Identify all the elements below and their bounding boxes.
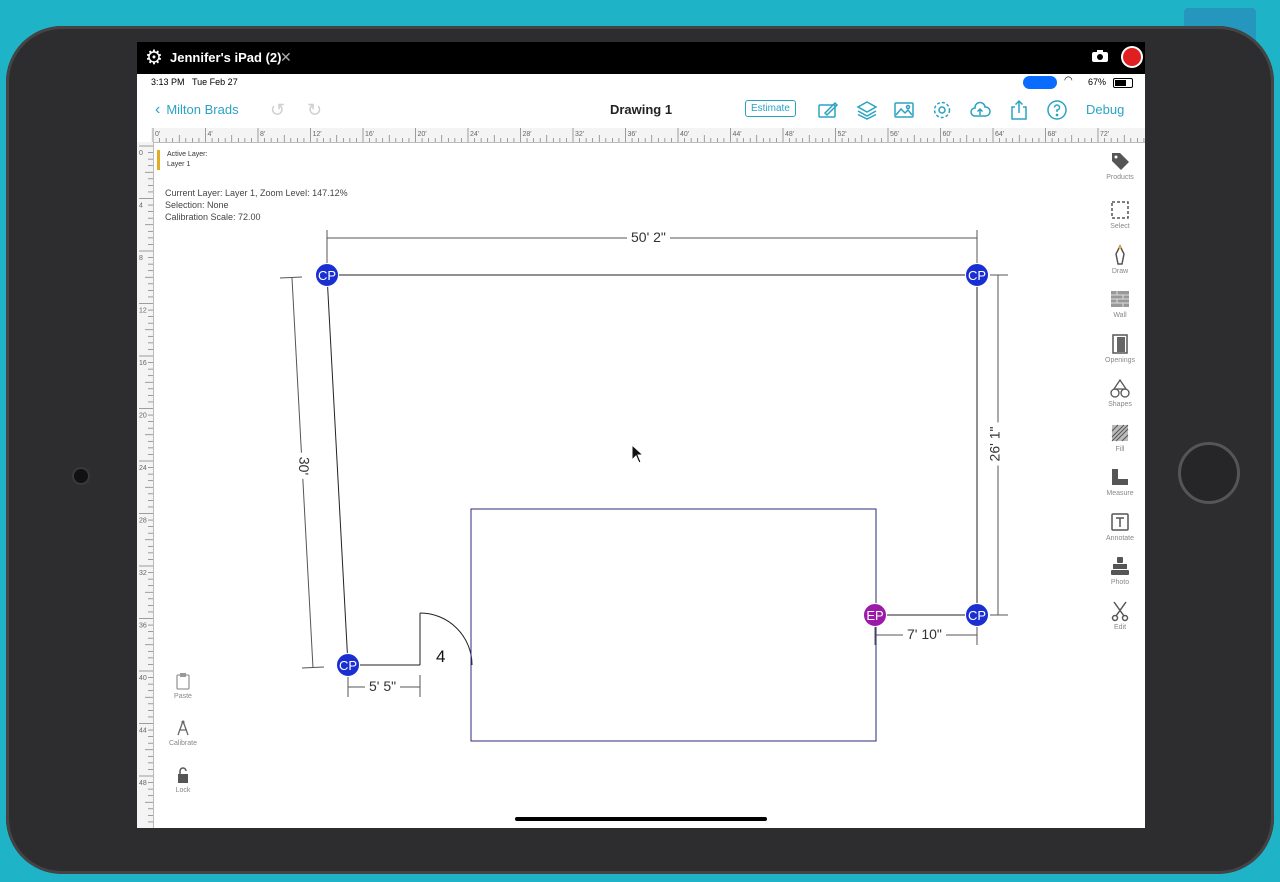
tool-annotate[interactable]: Annotate xyxy=(1097,511,1143,542)
scissors-icon xyxy=(1111,601,1129,622)
tag-icon xyxy=(1112,153,1129,170)
tool-label: Openings xyxy=(1105,357,1135,364)
tool-label: Shapes xyxy=(1108,401,1132,408)
tool-openings[interactable]: Openings xyxy=(1097,333,1143,364)
tool-label: Edit xyxy=(1113,624,1127,631)
control-point[interactable]: CP xyxy=(965,263,989,287)
control-point[interactable]: CP xyxy=(336,653,360,677)
wall-left xyxy=(326,274,349,666)
mouse-cursor-icon xyxy=(631,444,645,464)
dim-left-label[interactable]: 30' xyxy=(295,452,313,480)
tool-fill[interactable]: Fill xyxy=(1097,422,1143,453)
tool-label: Products xyxy=(1106,174,1134,181)
front-camera xyxy=(74,469,88,483)
select-icon xyxy=(1111,201,1129,219)
tool-label: Lock xyxy=(175,787,191,794)
dim-bottom-right-label[interactable]: 7' 10" xyxy=(903,626,946,642)
tool-draw[interactable]: Draw xyxy=(1097,244,1143,275)
tool-wall[interactable]: Wall xyxy=(1097,288,1143,319)
tool-label: Fill xyxy=(1115,446,1125,453)
room-rectangle xyxy=(470,508,877,742)
tool-paste[interactable]: Paste xyxy=(167,672,199,700)
tool-shapes[interactable]: Shapes xyxy=(1097,377,1143,408)
dim-bottom-left-label[interactable]: 5' 5" xyxy=(365,678,401,694)
tool-measure[interactable]: Measure xyxy=(1097,466,1143,497)
ruler-icon xyxy=(1112,469,1128,485)
tool-label: Photo xyxy=(1110,579,1130,586)
end-point[interactable]: EP xyxy=(863,603,887,627)
tool-label: Annotate xyxy=(1105,535,1135,542)
camera-pin-icon xyxy=(1111,557,1129,575)
control-point[interactable]: CP xyxy=(965,603,989,627)
dim-right-label[interactable]: 26' 1" xyxy=(986,422,1003,466)
tool-products[interactable]: Products xyxy=(1097,150,1143,181)
tool-label: Wall xyxy=(1113,312,1127,319)
tool-label: Calibrate xyxy=(168,740,197,747)
unlock-icon xyxy=(178,767,188,783)
tool-label: Select xyxy=(1110,223,1130,230)
brick-wall-icon xyxy=(1111,291,1129,307)
home-button[interactable] xyxy=(1178,442,1240,504)
tool-edit[interactable]: Edit xyxy=(1097,600,1143,631)
tool-label: Paste xyxy=(174,693,192,700)
text-box-icon xyxy=(1111,513,1129,531)
tool-label: Draw xyxy=(1111,268,1129,275)
pen-nib-icon xyxy=(1115,244,1125,265)
door-icon xyxy=(1112,334,1128,354)
tool-select[interactable]: Select xyxy=(1097,199,1143,230)
door-label[interactable]: 4 xyxy=(436,647,445,667)
tool-label: Measure xyxy=(1106,490,1134,497)
door-swing xyxy=(419,612,473,666)
dim-top-label[interactable]: 50' 2" xyxy=(627,229,670,245)
tool-lock[interactable]: Lock xyxy=(167,766,199,794)
paste-icon xyxy=(176,673,190,690)
tool-calibrate[interactable]: Calibrate xyxy=(167,719,199,747)
home-indicator xyxy=(515,817,767,821)
control-point[interactable]: CP xyxy=(315,263,339,287)
hatch-fill-icon xyxy=(1111,424,1129,442)
ipad-screen: ⚙ Jennifer's iPad (2) ✕ 3:13 PM Tue Feb … xyxy=(137,42,1145,828)
shapes-icon xyxy=(1110,378,1130,398)
tool-photo[interactable]: Photo xyxy=(1097,555,1143,586)
compass-icon xyxy=(177,720,189,736)
